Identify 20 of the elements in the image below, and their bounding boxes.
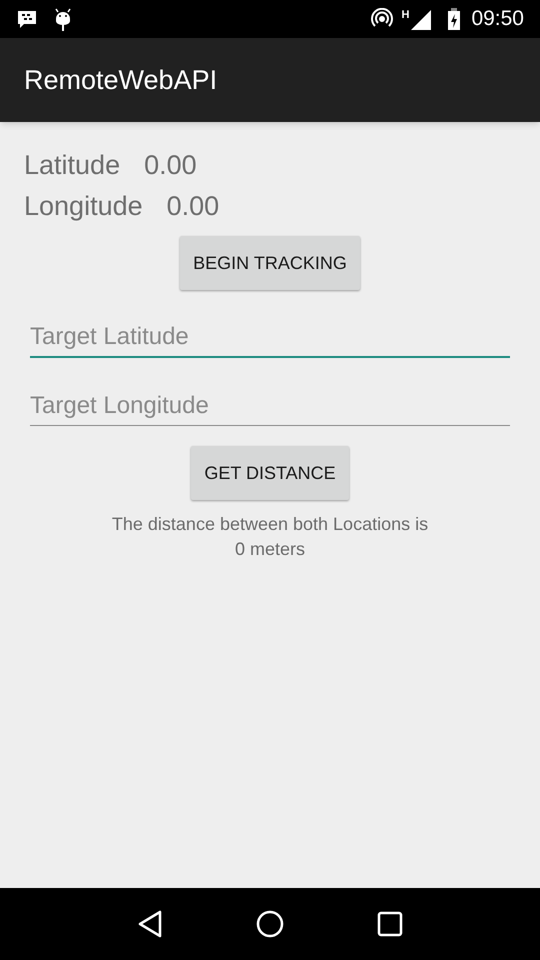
chat-icon <box>16 8 38 30</box>
distance-result: 0 meters <box>234 538 306 561</box>
back-icon[interactable] <box>136 910 163 938</box>
home-icon[interactable] <box>256 910 284 938</box>
reading-label: Latitude <box>24 149 120 182</box>
battery-charging-icon <box>447 7 462 31</box>
reading-value: 0.00 <box>144 149 197 182</box>
clock: 09:50 <box>471 6 524 32</box>
signal-icon <box>409 8 432 30</box>
reading-label: Longitude <box>24 190 143 223</box>
distance-result: The distance between both Locations is <box>112 513 428 536</box>
get-distance-button[interactable]: GET DISTANCE <box>191 446 349 500</box>
app-title: RemoteWebAPI <box>24 64 218 97</box>
recents-icon[interactable] <box>377 911 404 937</box>
android-icon <box>54 7 72 31</box>
text-field[interactable]: Target Latitude <box>30 318 510 358</box>
begin-tracking-button[interactable]: BEGIN TRACKING <box>180 236 360 290</box>
reading-value: 0.00 <box>166 190 220 223</box>
network-type: H <box>401 10 410 21</box>
text-field[interactable]: Target Longitude <box>30 386 510 426</box>
